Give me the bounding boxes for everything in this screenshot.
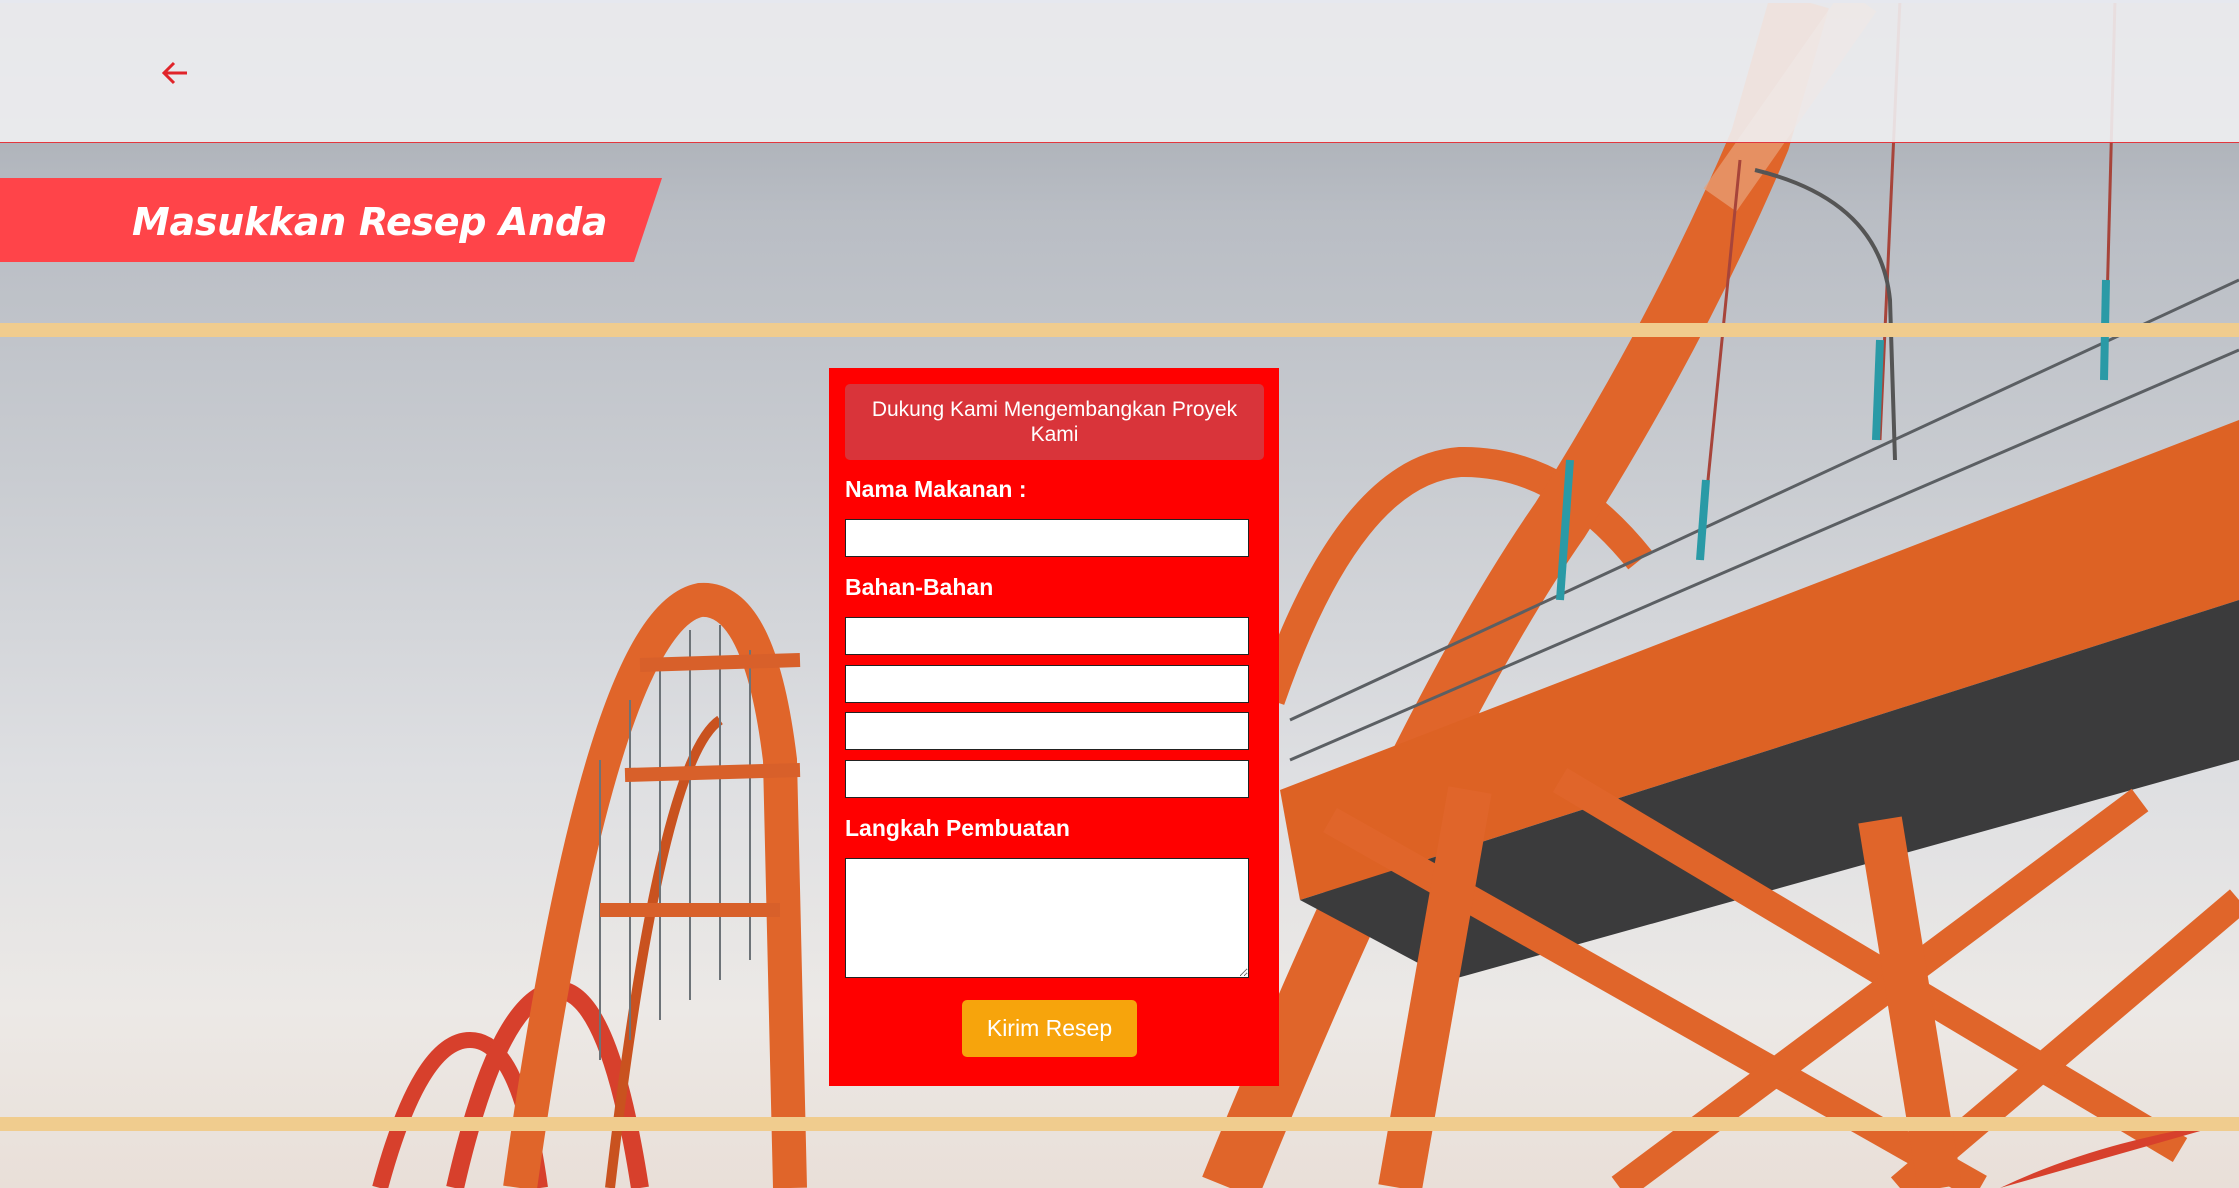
steps-textarea[interactable] xyxy=(845,858,1249,978)
ingredients-label: Bahan-Bahan xyxy=(845,574,994,600)
back-button[interactable] xyxy=(154,52,196,94)
food-name-input[interactable] xyxy=(845,519,1249,557)
divider-top xyxy=(0,323,2239,337)
submit-recipe-button[interactable]: Kirim Resep xyxy=(962,1000,1137,1057)
steps-label: Langkah Pembuatan xyxy=(845,815,1070,841)
page-title: Masukkan Resep Anda xyxy=(132,200,608,244)
ingredient-input-3[interactable] xyxy=(845,712,1249,750)
support-project-button[interactable]: Dukung Kami Mengembangkan Proyek Kami xyxy=(845,384,1264,460)
food-name-label: Nama Makanan : xyxy=(845,476,1027,502)
arrow-left-icon xyxy=(161,61,187,85)
divider-bottom xyxy=(0,1117,2239,1131)
ingredient-input-2[interactable] xyxy=(845,665,1249,703)
top-header xyxy=(0,0,2239,143)
ingredient-input-1[interactable] xyxy=(845,617,1249,655)
ingredient-input-4[interactable] xyxy=(845,760,1249,798)
